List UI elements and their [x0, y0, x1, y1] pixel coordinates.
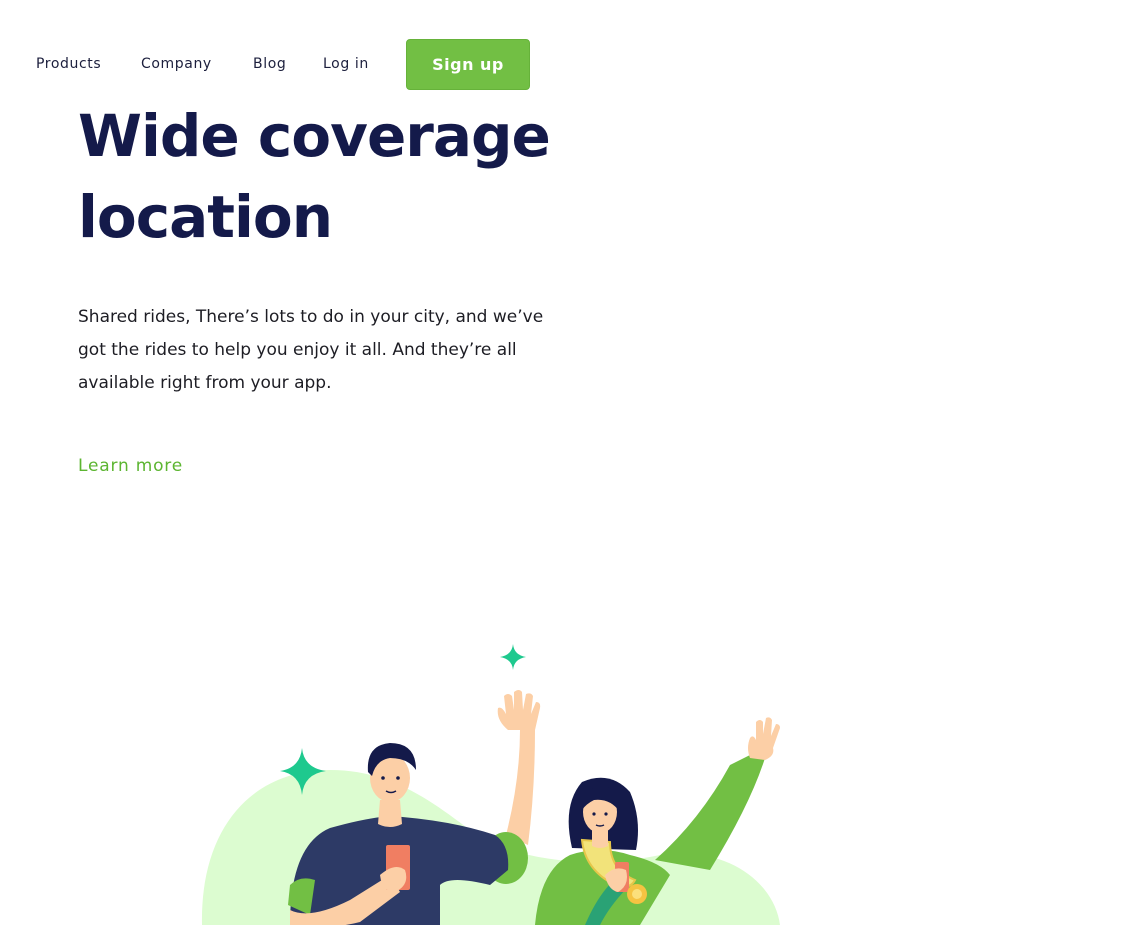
people-waving-illustration — [201, 644, 781, 925]
nav-link-blog[interactable]: Blog — [253, 56, 286, 72]
learn-more-link[interactable]: Learn more — [78, 456, 183, 476]
hero-title: Wide coverage location — [78, 102, 551, 251]
hero-description: Shared rides, There’s lots to do in your… — [78, 307, 544, 393]
nav-link-products[interactable]: Products — [36, 56, 101, 72]
signup-button[interactable]: Sign up — [406, 39, 530, 90]
nav-link-login[interactable]: Log in — [323, 56, 369, 72]
sparkle-small-icon — [500, 644, 526, 670]
landing-page: Products Company Blog Log in Sign up Wid… — [0, 0, 1131, 925]
nav-link-company[interactable]: Company — [141, 56, 212, 72]
